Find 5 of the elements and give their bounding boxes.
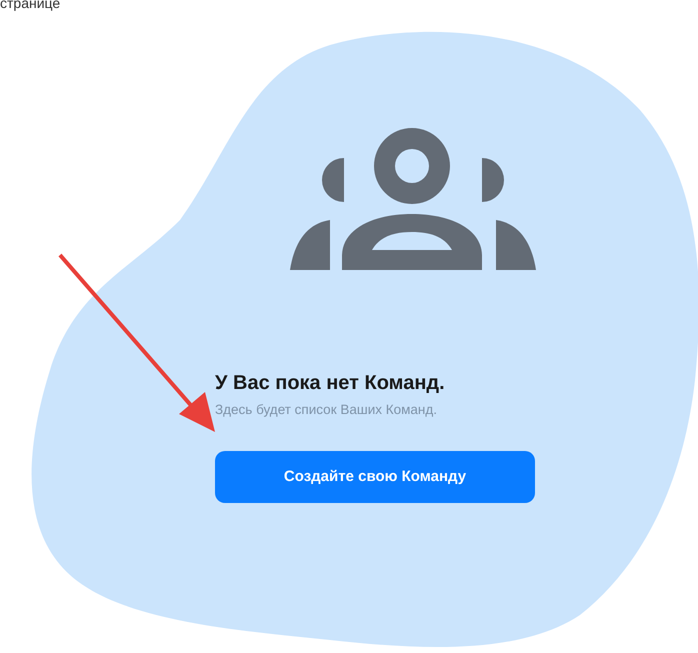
create-team-button[interactable]: Создайте свою Команду [215,451,535,504]
people-group-icon [290,128,536,270]
page-text: странице [0,0,60,13]
empty-subtitle: Здесь будет список Ваших Команд. [215,401,437,419]
empty-title: У Вас пока нет Команд. [215,371,445,396]
